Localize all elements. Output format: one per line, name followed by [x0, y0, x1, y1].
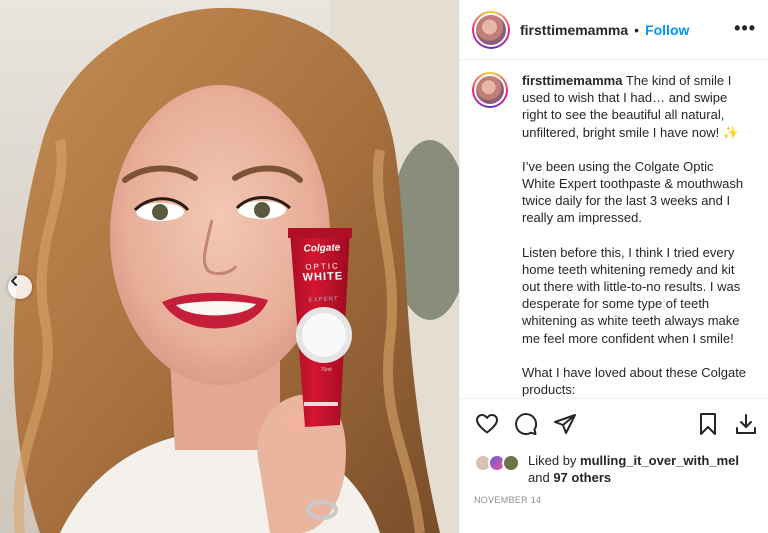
carousel-prev-button[interactable]: [8, 275, 32, 299]
product-label: Colgate OPTIC WHITE EXPERT 75ml: [298, 242, 351, 374]
post-side-panel: firsttimemamma • Follow ••• firsttimemam…: [459, 0, 768, 533]
comment-button[interactable]: [513, 411, 539, 437]
post-date[interactable]: NOVEMBER 14: [474, 495, 541, 505]
avatar[interactable]: [472, 10, 510, 49]
selfie-image: [13, 0, 459, 533]
caption-section: firsttimemamma The kind of smile I used …: [460, 60, 768, 398]
comment-icon: [515, 412, 538, 435]
like-button[interactable]: [474, 411, 500, 437]
save-button[interactable]: [695, 411, 721, 437]
header-username[interactable]: firsttimemamma: [520, 22, 628, 38]
caption-paragraph-2: I’ve been using the Colgate Optic White …: [522, 158, 744, 226]
product-line-2: WHITE: [302, 270, 344, 284]
follow-button[interactable]: Follow: [645, 22, 689, 38]
likes-others-link[interactable]: 97 others: [553, 470, 611, 485]
caption-paragraph-1: firsttimemamma The kind of smile I used …: [522, 73, 740, 140]
post-header: firsttimemamma • Follow •••: [460, 0, 768, 60]
liker-avatar[interactable]: [502, 454, 520, 472]
share-button[interactable]: [552, 411, 578, 437]
liker-avatars: [474, 452, 528, 474]
caption-avatar[interactable]: [472, 72, 508, 108]
bookmark-icon: [700, 412, 716, 435]
likes-summary: Liked by mulling_it_over_with_mel and 97…: [474, 452, 764, 486]
caption-text: firsttimemamma The kind of smile I used …: [522, 72, 748, 398]
post-photo: Colgate OPTIC WHITE EXPERT 75ml: [0, 0, 459, 533]
chevron-left-icon: [11, 276, 17, 286]
separator-dot: •: [634, 21, 640, 38]
download-button[interactable]: [733, 411, 759, 437]
download-icon: [736, 413, 756, 434]
caption-paragraph-4: What I have loved about these Colgate pr…: [522, 364, 747, 398]
caption-username[interactable]: firsttimemamma: [522, 73, 622, 88]
product-brand: Colgate: [303, 242, 341, 255]
action-bar: [460, 398, 768, 448]
liked-by-user-link[interactable]: mulling_it_over_with_mel: [580, 453, 739, 468]
more-options-icon[interactable]: •••: [734, 18, 756, 39]
product-variant: EXPERT: [308, 296, 339, 304]
likes-text: Liked by mulling_it_over_with_mel and 97…: [528, 453, 739, 485]
caption-paragraph-3: Listen before this, I think I tried ever…: [522, 244, 741, 346]
heart-icon: [476, 413, 498, 433]
send-icon: [554, 413, 576, 434]
